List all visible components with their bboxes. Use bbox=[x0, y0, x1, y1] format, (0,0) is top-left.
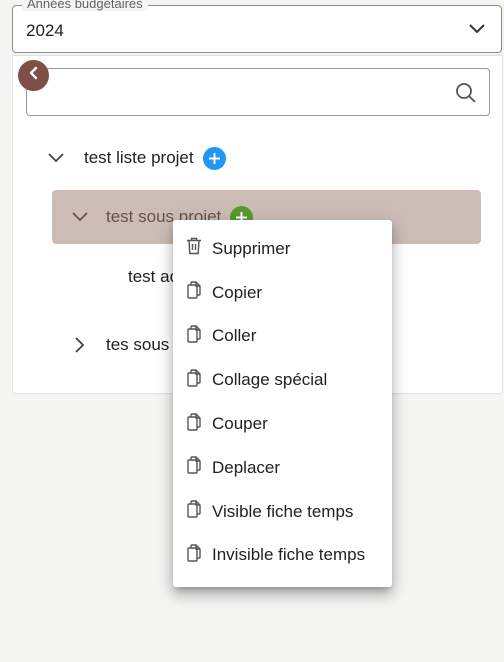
menu-item-label: Supprimer bbox=[212, 238, 291, 258]
add-child-button[interactable] bbox=[202, 146, 226, 170]
menu-item-supprimer[interactable]: Supprimer bbox=[173, 227, 392, 271]
menu-item-copier[interactable]: Copier bbox=[173, 271, 392, 315]
menu-item-collage-special[interactable]: Collage spécial bbox=[173, 358, 392, 402]
copy-icon bbox=[186, 500, 202, 523]
menu-item-label: Collage spécial bbox=[212, 370, 328, 390]
menu-item-deplacer[interactable]: Deplacer bbox=[173, 446, 392, 490]
menu-item-label: Invisible fiche temps bbox=[212, 545, 366, 565]
chevron-left-icon bbox=[28, 66, 40, 85]
menu-item-invisible-fiche-temps[interactable]: Invisible fiche temps bbox=[173, 534, 392, 578]
budget-year-value: 2024 bbox=[26, 21, 64, 40]
copy-icon bbox=[186, 412, 202, 436]
menu-item-label: Couper bbox=[212, 414, 268, 434]
menu-item-label: Visible fiche temps bbox=[212, 501, 354, 521]
copy-icon bbox=[186, 369, 202, 392]
collapse-sidebar-button[interactable] bbox=[18, 60, 49, 91]
budget-year-legend: Années budgétaires bbox=[22, 0, 148, 11]
tree-node-project[interactable]: test liste projet bbox=[48, 131, 226, 185]
menu-item-visible-fiche-temps[interactable]: Visible fiche temps bbox=[173, 490, 392, 534]
tree-node-activity[interactable]: test ac bbox=[128, 250, 178, 304]
trash-icon bbox=[186, 237, 202, 260]
menu-item-couper[interactable]: Couper bbox=[173, 402, 392, 446]
menu-item-label: Deplacer bbox=[212, 457, 281, 477]
chevron-down-icon[interactable] bbox=[48, 150, 64, 166]
copy-icon bbox=[186, 325, 202, 348]
copy-icon bbox=[186, 456, 202, 479]
menu-item-label: Copier bbox=[212, 282, 263, 302]
budget-year-select[interactable]: Années budgétaires 2024 bbox=[12, 0, 502, 53]
chevron-down-icon[interactable] bbox=[72, 209, 88, 225]
menu-item-coller[interactable]: Coller bbox=[173, 315, 392, 359]
search-icon[interactable] bbox=[455, 82, 477, 109]
search-input[interactable] bbox=[26, 68, 490, 116]
copy-icon bbox=[186, 544, 202, 567]
copy-icon bbox=[186, 281, 202, 304]
chevron-right-icon[interactable] bbox=[72, 337, 88, 353]
tree-node-label: test liste projet bbox=[84, 148, 194, 167]
chevron-down-icon[interactable] bbox=[468, 22, 486, 40]
tree-node-label: test ac bbox=[128, 267, 179, 286]
context-menu: Supprimer Copier Coller Collage spécial … bbox=[173, 220, 392, 587]
tree-node-label: tes sous bbox=[106, 335, 170, 354]
tree-node-collapsed[interactable]: tes sous bbox=[72, 318, 169, 372]
menu-item-label: Coller bbox=[212, 326, 257, 346]
